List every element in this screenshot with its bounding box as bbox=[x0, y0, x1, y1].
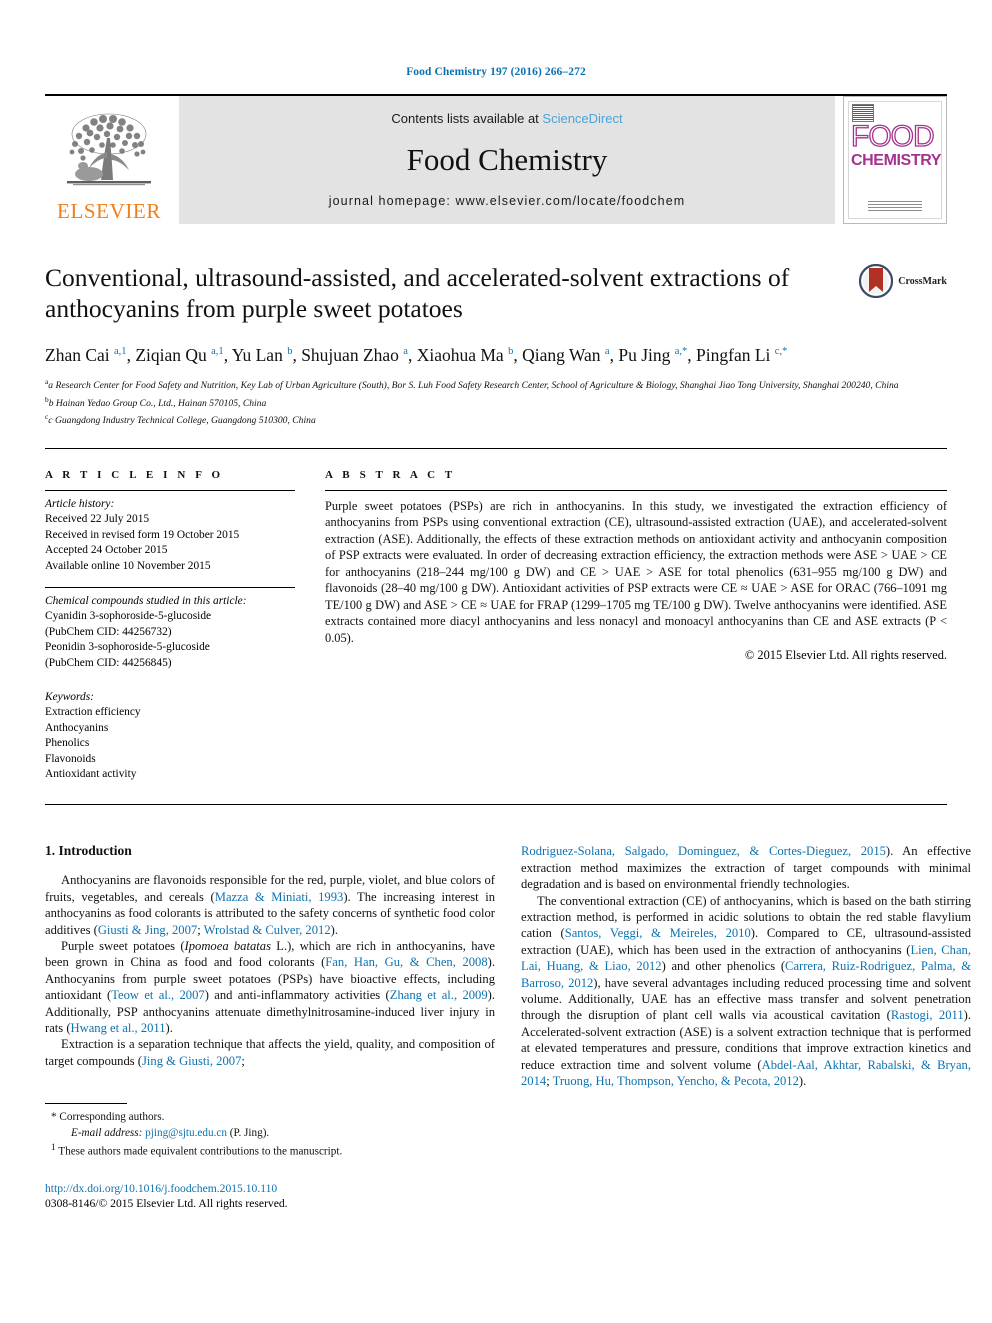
compounds-block: Chemical compounds studied in this artic… bbox=[45, 588, 295, 671]
footer-doi-block: http://dx.doi.org/10.1016/j.foodchem.201… bbox=[45, 1181, 495, 1212]
info-abstract-section: A R T I C L E I N F O Article history: R… bbox=[45, 447, 947, 783]
compound-item: Peonidin 3-sophoroside-5-glucoside bbox=[45, 641, 210, 654]
elsevier-wordmark: ELSEVIER bbox=[57, 199, 161, 223]
intro-paragraph: Rodriguez-Solana, Salgado, Dominguez, & … bbox=[521, 844, 971, 892]
footnote-equal-contribution: 1 These authors made equivalent contribu… bbox=[45, 1141, 495, 1160]
title-block: Conventional, ultrasound-assisted, and a… bbox=[45, 262, 947, 428]
keywords-block: Keywords: Extraction efficiency Anthocya… bbox=[45, 684, 295, 782]
elsevier-tree-icon bbox=[67, 113, 151, 186]
crossmark-icon bbox=[859, 264, 894, 298]
journal-title: Food Chemistry bbox=[406, 142, 608, 177]
journal-homepage-link[interactable]: journal homepage: www.elsevier.com/locat… bbox=[329, 194, 686, 208]
affiliation-b: bb Hainan Yedao Group Co., Ltd., Hainan … bbox=[45, 394, 267, 409]
cover-footer-lines bbox=[868, 201, 922, 211]
crossmark-badge[interactable]: CrossMark bbox=[859, 264, 947, 298]
affiliation-b-text: b Hainan Yedao Group Co., Ltd., Hainan 5… bbox=[48, 397, 267, 409]
article-info-heading: A R T I C L E I N F O bbox=[45, 468, 224, 481]
cover-food-text: FOOD bbox=[850, 120, 935, 153]
body-column-right: Rodriguez-Solana, Salgado, Dominguez, & … bbox=[521, 843, 971, 1211]
footnote-email: E-mail address: pjing@sjtu.edu.cn (P. Ji… bbox=[45, 1126, 495, 1142]
intro-paragraph: The conventional extraction (CE) of anth… bbox=[521, 893, 971, 1089]
article-info-column: A R T I C L E I N F O Article history: R… bbox=[45, 469, 295, 783]
abstract-copyright: © 2015 Elsevier Ltd. All rights reserved… bbox=[744, 648, 947, 663]
affiliation-c-text: c Guangdong Industry Technical College, … bbox=[48, 415, 316, 427]
email-suffix: (P. Jing). bbox=[229, 1126, 270, 1139]
abstract-heading: A B S T R A C T bbox=[325, 468, 456, 481]
keyword-item: Phenolics bbox=[45, 737, 90, 750]
affiliation-c: cc Guangdong Industry Technical College,… bbox=[45, 412, 316, 427]
footnote-marker-1: 1 bbox=[51, 1143, 56, 1154]
journal-masthead: ELSEVIER Contents lists available at Sci… bbox=[45, 94, 947, 224]
journal-banner: Contents lists available at ScienceDirec… bbox=[179, 96, 835, 224]
introduction-heading: 1. Introduction bbox=[45, 843, 132, 859]
history-item: Available online 10 November 2015 bbox=[45, 559, 211, 572]
email-link[interactable]: pjing@sjtu.edu.cn bbox=[145, 1127, 227, 1139]
article-history-block: Article history: Received 22 July 2015 R… bbox=[45, 491, 295, 574]
intro-paragraph: Anthocyanins are flavonoids responsible … bbox=[45, 873, 496, 937]
footnote-corresponding: * Corresponding authors. bbox=[45, 1110, 495, 1126]
journal-cover-thumbnail: FOOD CHEMISTRY bbox=[843, 96, 947, 224]
history-item: Accepted 24 October 2015 bbox=[45, 544, 168, 557]
history-item: Received 22 July 2015 bbox=[45, 513, 150, 526]
body-columns: 1. Introduction Anthocyanins are flavono… bbox=[45, 843, 971, 1211]
intro-paragraph: Purple sweet potatoes (Ipomoea batatas L… bbox=[45, 939, 495, 1036]
page-title: Conventional, ultrasound-assisted, and a… bbox=[45, 263, 790, 323]
body-column-left: 1. Introduction Anthocyanins are flavono… bbox=[45, 843, 495, 1211]
email-label: E-mail address: bbox=[71, 1126, 143, 1139]
author-list: Zhan Cai a,1, Ziqian Qu a,1, Yu Lan b, S… bbox=[45, 344, 788, 365]
sciencedirect-link[interactable]: ScienceDirect bbox=[542, 111, 622, 126]
compounds-label: Chemical compounds studied in this artic… bbox=[45, 594, 247, 607]
abstract-column: A B S T R A C T Purple sweet potatoes (P… bbox=[325, 469, 947, 783]
footnote-corresponding-text: Corresponding authors. bbox=[59, 1111, 165, 1124]
intro-paragraph: Extraction is a separation technique tha… bbox=[45, 1037, 495, 1068]
crossmark-label: CrossMark bbox=[898, 275, 947, 287]
running-head: Food Chemistry 197 (2016) 266–272 bbox=[406, 66, 586, 78]
compound-item: Cyanidin 3-sophoroside-5-glucoside bbox=[45, 610, 212, 623]
compound-item: (PubChem CID: 44256732) bbox=[45, 625, 172, 638]
contents-prefix: Contents lists available at bbox=[391, 111, 543, 126]
contents-line: Contents lists available at ScienceDirec… bbox=[391, 111, 622, 126]
paper-page: Food Chemistry 197 (2016) 266–272 ELSEVI… bbox=[0, 0, 992, 1323]
keyword-item: Anthocyanins bbox=[45, 721, 109, 734]
keywords-label: Keywords: bbox=[45, 690, 94, 703]
cover-chemistry-text: CHEMISTRY bbox=[851, 152, 942, 169]
footnote-equal-text: These authors made equivalent contributi… bbox=[58, 1146, 343, 1159]
history-item: Received in revised form 19 October 2015 bbox=[45, 528, 240, 541]
doi-link[interactable]: http://dx.doi.org/10.1016/j.foodchem.201… bbox=[45, 1181, 495, 1197]
issn-copyright-line: 0308-8146/© 2015 Elsevier Ltd. All right… bbox=[45, 1197, 288, 1211]
history-label: Article history: bbox=[45, 497, 115, 510]
abstract-text: Purple sweet potatoes (PSPs) are rich in… bbox=[325, 498, 947, 645]
asterisk-marker: * bbox=[51, 1111, 57, 1124]
elsevier-logo: ELSEVIER bbox=[45, 96, 173, 224]
affiliation-a-text: a Research Center for Food Safety and Nu… bbox=[48, 380, 899, 392]
compound-item: (PubChem CID: 44256845) bbox=[45, 656, 172, 669]
section-divider bbox=[45, 804, 947, 806]
keyword-item: Flavonoids bbox=[45, 752, 96, 765]
footnotes-block: * Corresponding authors. E-mail address:… bbox=[45, 1103, 495, 1161]
affiliations: aa Research Center for Food Safety and N… bbox=[45, 375, 947, 428]
affiliation-a: aa Research Center for Food Safety and N… bbox=[45, 376, 899, 392]
keyword-item: Antioxidant activity bbox=[45, 767, 137, 780]
keyword-item: Extraction efficiency bbox=[45, 706, 141, 719]
